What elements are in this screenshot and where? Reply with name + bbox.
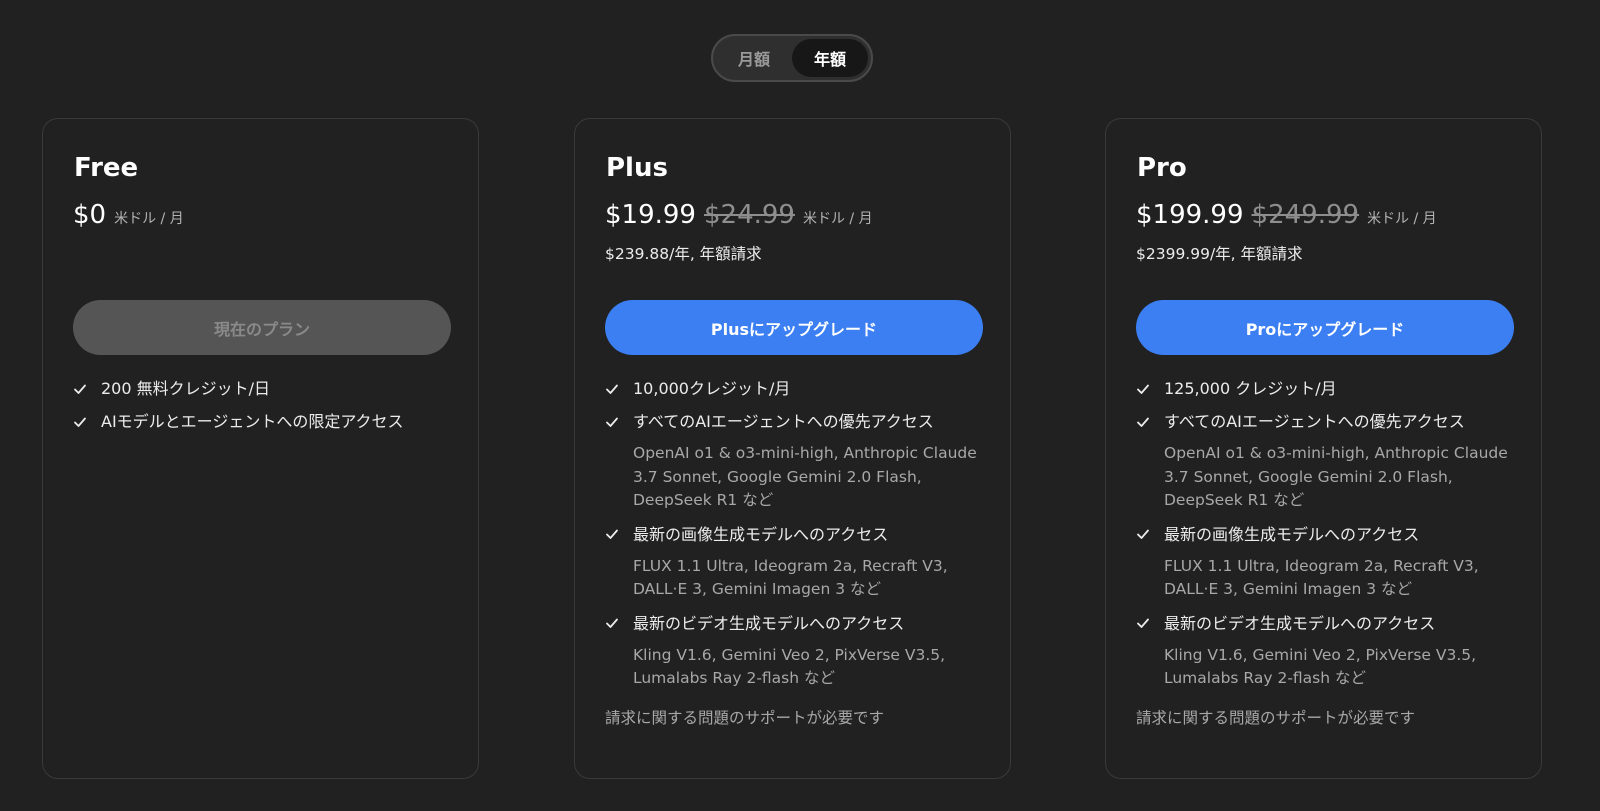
feature-detail: FLUX 1.1 Ultra, Ideogram 2a, Recraft V3,… [1164, 556, 1479, 599]
list-item: AIモデルとエージェントへの限定アクセス [73, 410, 448, 433]
list-item: 最新のビデオ生成モデルへのアクセス Kling V1.6, Gemini Veo… [605, 612, 980, 691]
feature-list: 10,000クレジット/月 すべてのAIエージェントへの優先アクセス OpenA… [605, 377, 980, 691]
check-icon [1136, 616, 1164, 630]
plan-name: Plus [606, 153, 668, 183]
feature-text: 最新の画像生成モデルへのアクセス [633, 524, 889, 544]
feature-text: 10,000クレジット/月 [633, 379, 791, 398]
billing-support-text: 請求に関する問題のサポートが必要です [1136, 709, 1416, 727]
list-item: 最新のビデオ生成モデルへのアクセス Kling V1.6, Gemini Veo… [1136, 612, 1511, 691]
price-row: $199.99 $249.99 米ドル / 月 [1136, 200, 1511, 232]
feature-text: 最新の画像生成モデルへのアクセス [1164, 524, 1420, 544]
list-item: 10,000クレジット/月 [605, 377, 980, 400]
price-row: $0 米ドル / 月 [73, 200, 448, 232]
feature-detail: FLUX 1.1 Ultra, Ideogram 2a, Recraft V3,… [633, 556, 948, 599]
check-icon [605, 415, 633, 429]
check-icon [73, 382, 101, 396]
price-unit: 米ドル / 月 [1367, 211, 1437, 227]
feature-text: すべてのAIエージェントへの優先アクセス [633, 412, 934, 431]
list-item: 最新の画像生成モデルへのアクセス FLUX 1.1 Ultra, Ideogra… [1136, 523, 1511, 602]
plan-name: Pro [1137, 153, 1187, 183]
price-unit: 米ドル / 月 [114, 211, 184, 227]
list-item: すべてのAIエージェントへの優先アクセス OpenAI o1 & o3-mini… [1136, 410, 1511, 513]
feature-detail: Kling V1.6, Gemini Veo 2, PixVerse V3.5,… [633, 645, 946, 688]
plan-card-free: Free $0 米ドル / 月 - 現在のプラン 200 無料クレジット/日 A… [42, 118, 479, 779]
billing-period-toggle[interactable]: 月額 年額 [711, 34, 873, 82]
toggle-yearly[interactable]: 年額 [792, 39, 868, 77]
feature-detail: OpenAI o1 & o3-mini-high, Anthropic Clau… [633, 444, 977, 509]
plan-card-pro: Pro $199.99 $249.99 米ドル / 月 $2399.99/年, … [1105, 118, 1542, 779]
check-icon [1136, 527, 1164, 541]
upgrade-plus-button[interactable]: Plusにアップグレード [605, 300, 983, 355]
feature-text: 最新のビデオ生成モデルへのアクセス [1164, 613, 1436, 633]
toggle-monthly[interactable]: 月額 [716, 39, 792, 77]
plan-name: Free [74, 153, 139, 183]
feature-text: AIモデルとエージェントへの限定アクセス [101, 412, 404, 431]
check-icon [1136, 382, 1164, 396]
billing-support-text: 請求に関する問題のサポートが必要です [605, 709, 885, 727]
feature-detail: OpenAI o1 & o3-mini-high, Anthropic Clau… [1164, 444, 1508, 509]
feature-list: 125,000 クレジット/月 すべてのAIエージェントへの優先アクセス Ope… [1136, 377, 1511, 691]
upgrade-pro-button[interactable]: Proにアップグレード [1136, 300, 1514, 355]
billing-note: $239.88/年, 年額請求 [605, 245, 762, 263]
list-item: すべてのAIエージェントへの優先アクセス OpenAI o1 & o3-mini… [605, 410, 980, 513]
feature-list: 200 無料クレジット/日 AIモデルとエージェントへの限定アクセス [73, 377, 448, 433]
feature-text: 125,000 クレジット/月 [1164, 379, 1337, 398]
plan-price: $199.99 [1136, 200, 1244, 230]
feature-detail: Kling V1.6, Gemini Veo 2, PixVerse V3.5,… [1164, 645, 1477, 688]
plan-price-old: $24.99 [703, 200, 795, 230]
list-item: 最新の画像生成モデルへのアクセス FLUX 1.1 Ultra, Ideogra… [605, 523, 980, 602]
current-plan-button[interactable]: 現在のプラン [73, 300, 451, 355]
plan-price: $19.99 [605, 200, 696, 230]
list-item: 200 無料クレジット/日 [73, 377, 448, 400]
check-icon [605, 527, 633, 541]
billing-note: $2399.99/年, 年額請求 [1136, 245, 1303, 263]
check-icon [605, 616, 633, 630]
plan-card-plus: Plus $19.99 $24.99 米ドル / 月 $239.88/年, 年額… [574, 118, 1011, 779]
feature-text: 200 無料クレジット/日 [101, 379, 271, 398]
plan-price-old: $249.99 [1251, 200, 1360, 230]
plan-price: $0 [73, 200, 107, 230]
feature-text: 最新のビデオ生成モデルへのアクセス [633, 613, 905, 633]
feature-text: すべてのAIエージェントへの優先アクセス [1164, 412, 1465, 431]
list-item: 125,000 クレジット/月 [1136, 377, 1511, 400]
check-icon [1136, 415, 1164, 429]
check-icon [73, 415, 101, 429]
price-unit: 米ドル / 月 [802, 211, 873, 227]
check-icon [605, 382, 633, 396]
price-row: $19.99 $24.99 米ドル / 月 [605, 200, 980, 232]
